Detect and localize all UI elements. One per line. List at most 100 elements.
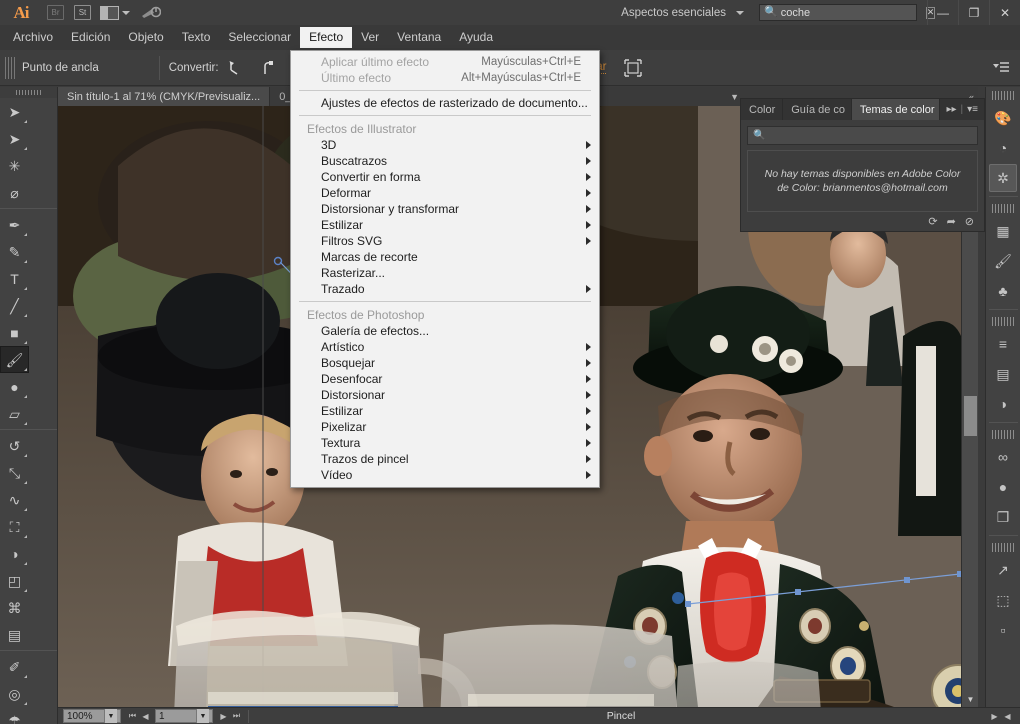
symbol-sprayer-tool[interactable]: ☂ — [0, 707, 29, 724]
control-bar-grip[interactable] — [5, 57, 15, 79]
status-scroll-left-button[interactable]: ◀ — [1001, 712, 1014, 721]
stock-button[interactable]: St — [69, 0, 96, 25]
menu-item-marcas-de-recorte[interactable]: Marcas de recorte — [291, 249, 599, 265]
minimize-button[interactable]: — — [927, 0, 958, 25]
menu-item-art-stico[interactable]: Artístico — [291, 339, 599, 355]
layers-panel-icon[interactable]: ⬚ — [989, 586, 1017, 614]
menu-item-trazos-de-pincel[interactable]: Trazos de pincel — [291, 451, 599, 467]
zoom-level-field[interactable]: 100% ▼ — [63, 709, 121, 723]
rotate-tool[interactable]: ↺ — [0, 432, 29, 459]
vertical-scroll-thumb[interactable] — [964, 396, 977, 436]
brushes-panel-icon[interactable]: 🖌 — [989, 247, 1017, 275]
color-panel-icon[interactable]: 🎨 — [989, 104, 1017, 132]
rail-group-grip[interactable] — [992, 91, 1014, 100]
menu-item-bosquejar[interactable]: Bosquejar — [291, 355, 599, 371]
blend-tool[interactable]: ◎ — [0, 680, 29, 707]
color-guide-panel-icon[interactable]: ◔ — [989, 134, 1017, 162]
lasso-tool[interactable]: ⌀ — [0, 179, 29, 206]
appearance-panel-icon[interactable]: ● — [989, 473, 1017, 501]
menu-item-deformar[interactable]: Deformar — [291, 185, 599, 201]
curvature-tool[interactable]: ✎ — [0, 238, 29, 265]
type-tool[interactable]: T — [0, 265, 29, 292]
shaper-tool[interactable]: ● — [0, 373, 29, 400]
menu-edicin[interactable]: Edición — [62, 27, 119, 48]
tab-overflow-icon[interactable]: ▼ — [730, 92, 739, 102]
align-panel-icon[interactable]: ↗ — [989, 556, 1017, 584]
direct-selection-tool[interactable]: ➤ — [0, 125, 29, 152]
artboard-number-field[interactable]: 1 ▼ — [155, 709, 213, 723]
perspective-grid-tool[interactable]: ◰ — [0, 567, 29, 594]
menu-texto[interactable]: Texto — [173, 27, 220, 48]
graphic-styles-panel-icon[interactable]: ❐ — [989, 503, 1017, 531]
panel-menu-icon[interactable]: ▾≡ — [967, 104, 978, 115]
menu-efecto[interactable]: Efecto — [300, 27, 352, 48]
width-tool[interactable]: ∿ — [0, 486, 29, 513]
paintbrush-tool[interactable]: 🖌 — [0, 346, 29, 373]
artboard-dropdown-icon[interactable]: ▼ — [196, 709, 209, 723]
menu-item-distorsionar[interactable]: Distorsionar — [291, 387, 599, 403]
menu-archivo[interactable]: Archivo — [4, 27, 62, 48]
menu-item-ajustes-de-efectos-de-rasterizado-de-documento[interactable]: Ajustes de efectos de rasterizado de doc… — [291, 95, 599, 111]
selection-tool[interactable]: ➤ — [0, 98, 29, 125]
menu-item-filtros-svg[interactable]: Filtros SVG — [291, 233, 599, 249]
menu-item-3d[interactable]: 3D — [291, 137, 599, 153]
next-artboard-button[interactable]: ▶ — [217, 712, 230, 721]
menu-item-textura[interactable]: Textura — [291, 435, 599, 451]
search-input[interactable] — [781, 7, 923, 19]
previous-artboard-button[interactable]: ◀ — [139, 712, 152, 721]
expand-panels-icon[interactable]: ▸▸ — [946, 104, 956, 115]
refresh-icon[interactable]: ⟳ — [928, 215, 937, 228]
color-panel-tab[interactable]: Color — [741, 99, 783, 120]
zoom-dropdown-icon[interactable]: ▼ — [104, 709, 117, 723]
color-panel-tab[interactable]: Guía de co — [783, 99, 852, 120]
color-themes-panel-icon[interactable]: ✲ — [989, 164, 1017, 192]
convert-to-corner-button[interactable] — [225, 57, 247, 79]
free-transform-tool[interactable]: ⛶ — [0, 513, 29, 540]
symbols-panel-icon[interactable]: ♣ — [989, 277, 1017, 305]
eraser-tool[interactable]: ▱ — [0, 400, 29, 427]
line-segment-tool[interactable]: ╱ — [0, 292, 29, 319]
mesh-tool[interactable]: ⌘ — [0, 594, 29, 621]
scroll-down-arrow-icon[interactable]: ▼ — [962, 692, 979, 707]
rail-group-grip[interactable] — [992, 204, 1014, 213]
control-panel-menu-button[interactable] — [990, 57, 1012, 79]
rail-group-grip[interactable] — [992, 430, 1014, 439]
menu-seleccionar[interactable]: Seleccionar — [219, 27, 300, 48]
gradient-tool[interactable]: ▤ — [0, 621, 29, 648]
rail-group-grip[interactable] — [992, 543, 1014, 552]
restore-button[interactable]: ❐ — [958, 0, 989, 25]
menu-item-distorsionar-y-transformar[interactable]: Distorsionar y transformar — [291, 201, 599, 217]
document-tab[interactable]: Sin título-1 al 71% (CMYK/Previsualiz... — [58, 87, 270, 106]
menu-item-galer-a-de-efectos[interactable]: Galería de efectos... — [291, 323, 599, 339]
creative-cloud-libraries-icon[interactable]: ∞ — [989, 443, 1017, 471]
status-menu-button[interactable]: ▶ — [988, 712, 1001, 721]
stroke-panel-icon[interactable]: ≡ — [989, 330, 1017, 358]
search-adobe-stock-field[interactable]: 🔍 ✕ — [759, 4, 917, 21]
eyedropper-tool[interactable]: ✐ — [0, 653, 29, 680]
convert-to-smooth-button[interactable] — [259, 57, 281, 79]
tools-panel-grip[interactable] — [0, 87, 57, 98]
menu-item-desenfocar[interactable]: Desenfocar — [291, 371, 599, 387]
menu-objeto[interactable]: Objeto — [119, 27, 172, 48]
themes-search-input[interactable] — [769, 130, 972, 141]
menu-item-pixelizar[interactable]: Pixelizar — [291, 419, 599, 435]
close-button[interactable]: ✕ — [989, 0, 1020, 25]
artboards-panel-icon[interactable]: ▫ — [989, 616, 1017, 644]
menu-ayuda[interactable]: Ayuda — [450, 27, 502, 48]
show-bounding-box-button[interactable] — [622, 57, 644, 79]
menu-item-estilizar[interactable]: Estilizar — [291, 403, 599, 419]
themes-search-field[interactable]: 🔍 — [747, 126, 978, 145]
bridge-button[interactable]: Br — [42, 0, 69, 25]
unlink-theme-icon[interactable]: ⊘ — [965, 215, 974, 228]
arrange-documents-button[interactable] — [96, 0, 134, 25]
transparency-panel-icon[interactable]: ◑ — [989, 390, 1017, 418]
swatches-panel-icon[interactable]: ▦ — [989, 217, 1017, 245]
workspace-switcher[interactable]: Aspectos esenciales — [612, 3, 753, 22]
menu-ver[interactable]: Ver — [352, 27, 388, 48]
gradient-panel-icon[interactable]: ▤ — [989, 360, 1017, 388]
rail-group-grip[interactable] — [992, 317, 1014, 326]
last-artboard-button[interactable]: ⏭ — [230, 711, 243, 721]
magic-wand-tool[interactable]: ✳ — [0, 152, 29, 179]
menu-item-estilizar[interactable]: Estilizar — [291, 217, 599, 233]
shape-builder-tool[interactable]: ◑ — [0, 540, 29, 567]
